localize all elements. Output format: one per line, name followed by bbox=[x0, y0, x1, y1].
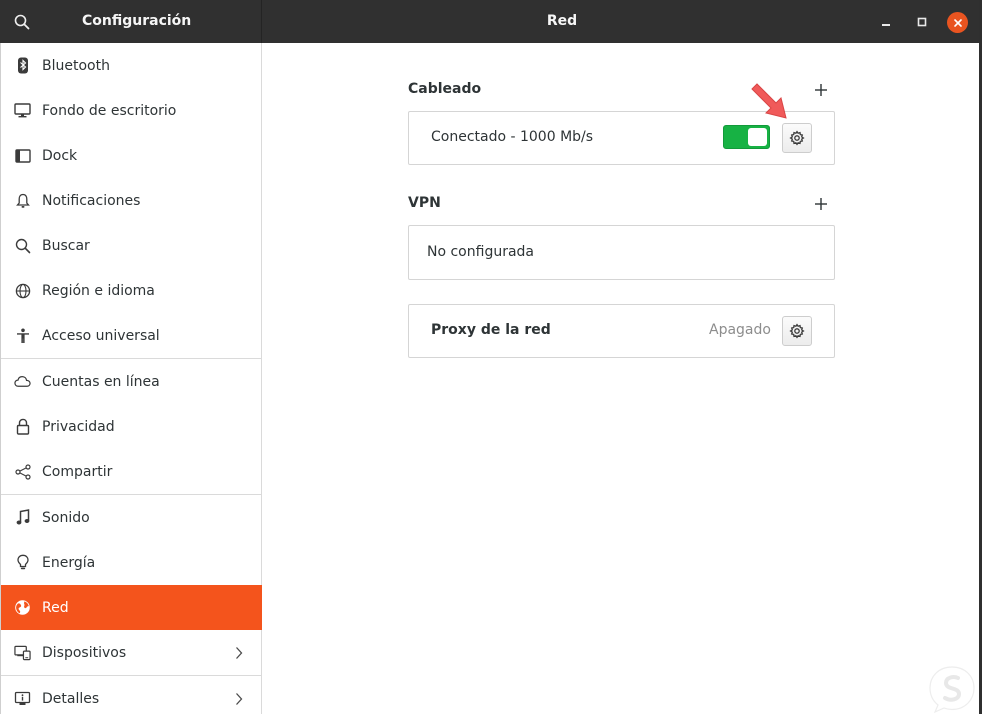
sidebar-item-label: Cuentas en línea bbox=[42, 373, 160, 390]
watermark-logo-icon bbox=[929, 666, 975, 714]
sidebar-item-acceso-universal[interactable]: Acceso universal bbox=[1, 313, 262, 358]
proxy-label: Proxy de la red bbox=[431, 322, 551, 338]
sidebar-item-label: Fondo de escritorio bbox=[42, 102, 177, 119]
chevron-right-icon bbox=[233, 645, 245, 661]
dock-icon bbox=[14, 147, 31, 164]
app-title: Configuración bbox=[82, 13, 192, 29]
lock-icon bbox=[14, 418, 31, 435]
sidebar: Bluetooth Fondo de escritorio Dock Notif… bbox=[0, 43, 262, 714]
share-icon bbox=[14, 463, 31, 480]
wired-settings-button[interactable] bbox=[782, 123, 812, 153]
maximize-icon bbox=[917, 17, 927, 27]
sidebar-item-label: Privacidad bbox=[42, 418, 115, 435]
cloud-icon bbox=[14, 373, 31, 390]
sidebar-item-privacidad[interactable]: Privacidad bbox=[1, 404, 262, 449]
sidebar-item-label: Dock bbox=[42, 147, 78, 164]
vpn-status-label: No configurada bbox=[427, 244, 535, 260]
sidebar-item-energia[interactable]: Energía bbox=[1, 540, 262, 585]
search-icon bbox=[14, 14, 30, 30]
add-wired-button[interactable] bbox=[812, 81, 830, 99]
proxy-status: Apagado bbox=[709, 322, 771, 338]
sidebar-item-red[interactable]: Red bbox=[1, 585, 262, 630]
sidebar-item-fondo-de-escritorio[interactable]: Fondo de escritorio bbox=[1, 88, 262, 133]
close-button[interactable] bbox=[947, 12, 968, 33]
sidebar-item-label: Buscar bbox=[42, 237, 90, 254]
maximize-button[interactable] bbox=[912, 12, 932, 32]
sidebar-item-region-e-idioma[interactable]: Región e idioma bbox=[1, 268, 262, 313]
accessibility-icon bbox=[14, 327, 31, 344]
lightbulb-icon bbox=[14, 554, 31, 571]
network-panel: Cableado Conectado - 1000 Mb/s VPN No co… bbox=[262, 43, 980, 714]
sidebar-item-label: Notificaciones bbox=[42, 192, 141, 209]
music-note-icon bbox=[14, 509, 31, 526]
chevron-right-icon bbox=[233, 691, 245, 707]
globe-icon bbox=[14, 282, 31, 299]
sidebar-item-label: Bluetooth bbox=[42, 57, 110, 74]
add-vpn-button[interactable] bbox=[812, 195, 830, 213]
info-icon bbox=[14, 690, 31, 707]
bell-icon bbox=[14, 192, 31, 209]
toggle-knob bbox=[748, 128, 767, 146]
monitor-icon bbox=[14, 102, 31, 119]
wired-toggle-switch[interactable] bbox=[723, 125, 770, 149]
sidebar-item-label: Región e idioma bbox=[42, 282, 155, 299]
sidebar-item-bluetooth[interactable]: Bluetooth bbox=[1, 43, 262, 88]
sidebar-item-notificaciones[interactable]: Notificaciones bbox=[1, 178, 262, 223]
sidebar-item-label: Acceso universal bbox=[42, 327, 160, 344]
search-icon bbox=[14, 237, 31, 254]
proxy-row[interactable]: Proxy de la red Apagado bbox=[408, 304, 835, 358]
sidebar-item-label: Detalles bbox=[42, 690, 100, 707]
sidebar-item-buscar[interactable]: Buscar bbox=[1, 223, 262, 268]
wired-status-label: Conectado - 1000 Mb/s bbox=[431, 129, 594, 145]
minimize-icon bbox=[882, 24, 890, 26]
header-bar: Configuración Red bbox=[0, 0, 982, 43]
plus-icon bbox=[815, 198, 827, 210]
sidebar-item-label: Sonido bbox=[42, 509, 90, 526]
settings-window: Configuración Red Bluetooth Fondo de esc… bbox=[0, 0, 982, 714]
annotation-arrow-icon bbox=[751, 83, 787, 119]
page-title: Red bbox=[546, 13, 578, 29]
plus-icon bbox=[815, 84, 827, 96]
sidebar-item-label: Energía bbox=[42, 554, 96, 571]
sidebar-item-compartir[interactable]: Compartir bbox=[1, 449, 262, 494]
gear-icon bbox=[789, 323, 805, 339]
minimize-button[interactable] bbox=[876, 12, 896, 32]
sidebar-item-dispositivos[interactable]: Dispositivos bbox=[1, 630, 262, 675]
close-icon bbox=[953, 18, 962, 27]
sidebar-item-dock[interactable]: Dock bbox=[1, 133, 262, 178]
sidebar-item-detalles[interactable]: Detalles bbox=[1, 676, 262, 714]
bluetooth-icon bbox=[14, 57, 31, 74]
sidebar-item-label: Compartir bbox=[42, 463, 113, 480]
devices-icon bbox=[14, 644, 31, 661]
network-globe-icon bbox=[14, 599, 31, 616]
proxy-settings-button[interactable] bbox=[782, 316, 812, 346]
gear-icon bbox=[789, 130, 805, 146]
sidebar-item-label: Red bbox=[42, 599, 69, 616]
vpn-row: No configurada bbox=[408, 225, 835, 280]
search-button[interactable] bbox=[8, 8, 36, 36]
vpn-section-title: VPN bbox=[408, 195, 441, 211]
sidebar-item-sonido[interactable]: Sonido bbox=[1, 495, 262, 540]
wired-section-title: Cableado bbox=[408, 81, 482, 97]
sidebar-item-label: Dispositivos bbox=[42, 644, 127, 661]
sidebar-item-cuentas-en-linea[interactable]: Cuentas en línea bbox=[1, 359, 262, 404]
